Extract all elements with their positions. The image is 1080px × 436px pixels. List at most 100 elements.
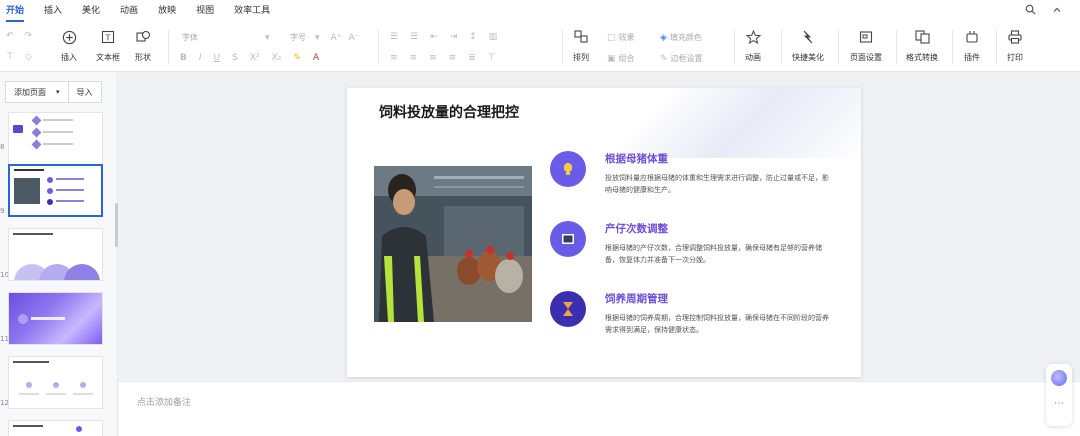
slide-thumbnail[interactable]: [8, 356, 103, 409]
slide-thumbnail[interactable]: [8, 420, 103, 436]
shape-button[interactable]: 形状: [134, 28, 152, 63]
underline-icon[interactable]: U: [214, 53, 221, 63]
slide-canvas: 饲料投放量的合理把控 根据母猪体重 投放饲料量应根据母猪的体重和生理需求进行调整…: [119, 73, 1080, 380]
slide-thumbnail-panel: 添加页面 ▾ 导入 8 9 10 11 12: [0, 73, 118, 436]
slide-thumbnail-selected[interactable]: [8, 164, 103, 217]
plus-circle-icon: [60, 28, 78, 46]
point-text[interactable]: 根据母猪的饲养周期，合理控制饲料投放量，确保母猪在不同阶段的营养需求得到满足，保…: [605, 312, 830, 336]
tab-view[interactable]: 视图: [196, 0, 214, 22]
align-center-icon[interactable]: ≡: [410, 53, 418, 63]
indent-increase-icon[interactable]: ⇥: [450, 32, 458, 42]
slide-title[interactable]: 饲料投放量的合理把控: [379, 102, 519, 122]
superscript-icon[interactable]: X²: [250, 53, 260, 63]
undo-icon[interactable]: ↶: [6, 31, 14, 41]
slide-thumbnail[interactable]: [8, 228, 103, 281]
strikethrough-icon[interactable]: S: [232, 53, 238, 63]
add-page-button[interactable]: 添加页面 ▾: [5, 81, 69, 103]
format-convert-button[interactable]: 格式转换: [906, 28, 938, 63]
notes-placeholder[interactable]: 点击添加备注: [137, 395, 191, 408]
distribute-icon[interactable]: ≣: [468, 53, 476, 63]
menubar-right-tools: [1025, 0, 1062, 22]
point-text[interactable]: 根据母猪的产仔次数，合理调整饲料投放量，确保母猪有足够的营养储备，恢复体力并准备…: [605, 242, 830, 266]
tab-beautify[interactable]: 美化: [82, 0, 100, 22]
tab-slideshow[interactable]: 放映: [158, 0, 176, 22]
page-setup-button[interactable]: 页面设置: [850, 28, 882, 63]
columns-icon[interactable]: ▥: [489, 32, 498, 42]
align-right-icon[interactable]: ≡: [429, 53, 437, 63]
printer-icon: [1006, 28, 1024, 46]
decrease-font-icon[interactable]: A⁻: [348, 33, 359, 43]
numbered-list-icon[interactable]: ☰: [410, 32, 418, 42]
slide-thumbnail[interactable]: [8, 112, 103, 165]
arrange-button[interactable]: 排列: [572, 28, 590, 63]
font-family-select[interactable]: 字体 ▾: [182, 32, 270, 43]
fill-color-button[interactable]: ◈ 填充颜色: [660, 32, 702, 43]
notes-panel[interactable]: 点击添加备注: [119, 381, 1080, 436]
subscript-icon[interactable]: X₂: [272, 53, 282, 63]
bullet-list-icon[interactable]: ☰: [390, 32, 398, 42]
point-title[interactable]: 饲养周期管理: [605, 291, 668, 306]
text-direction-icon[interactable]: ⊤: [488, 53, 496, 63]
indent-decrease-icon[interactable]: ⇤: [430, 32, 438, 42]
panel-scrollbar[interactable]: [115, 203, 118, 247]
bulb-icon: [550, 151, 586, 187]
font-color-icon[interactable]: A: [313, 53, 319, 63]
highlight-icon[interactable]: ✎: [293, 53, 301, 63]
more-icon[interactable]: ⋯: [1046, 398, 1072, 409]
textbox-button[interactable]: T 文本框: [96, 28, 120, 63]
search-icon[interactable]: [1025, 4, 1036, 18]
panel-actions: 添加页面 ▾ 导入: [5, 81, 102, 103]
group-button[interactable]: ▣ 组合: [607, 53, 635, 64]
plugin-button[interactable]: 插件: [963, 28, 981, 63]
italic-icon[interactable]: I: [199, 53, 202, 63]
separator: [996, 30, 997, 64]
separator: [838, 30, 839, 64]
chevron-down-icon: ▾: [56, 88, 60, 96]
chevron-up-icon[interactable]: [1052, 5, 1062, 18]
floating-assistant: ⋯: [1046, 364, 1072, 426]
separator: [896, 30, 897, 64]
slide-thumbnail[interactable]: [8, 292, 103, 345]
increase-font-icon[interactable]: A⁺: [331, 33, 342, 43]
effect-button[interactable]: ▢ 效果: [607, 32, 635, 43]
tab-home[interactable]: 开始: [6, 0, 25, 22]
bold-icon[interactable]: B: [180, 53, 187, 63]
format-tools-group: ⊤ ◇: [6, 52, 32, 62]
separator: [562, 30, 563, 64]
line-spacing-icon[interactable]: ↕: [469, 32, 477, 42]
font-size-select[interactable]: 字号 ▾ A⁺ A⁻: [290, 32, 359, 43]
decorative-wave: [561, 88, 861, 158]
point-title[interactable]: 产仔次数调整: [605, 221, 668, 236]
chevron-down-icon: ▾: [315, 32, 320, 43]
point-text[interactable]: 投放饲料量应根据母猪的体重和生理需求进行调整，防止过量或不足，影响母猪的健康和生…: [605, 172, 830, 196]
tab-animation[interactable]: 动画: [120, 0, 138, 22]
current-slide[interactable]: 饲料投放量的合理把控 根据母猪体重 投放饲料量应根据母猪的体重和生理需求进行调整…: [347, 88, 861, 377]
tab-insert[interactable]: 插入: [44, 0, 62, 22]
chevron-down-icon: ▾: [265, 32, 270, 43]
worker-chicken-photo[interactable]: [374, 166, 532, 322]
eraser-icon[interactable]: ◇: [25, 52, 32, 62]
menu-bar: 开始 插入 美化 动画 放映 视图 效率工具: [0, 0, 1080, 22]
justify-icon[interactable]: ≡: [449, 53, 457, 63]
import-button[interactable]: 导入: [68, 81, 102, 103]
fill-bucket-icon: ◈: [660, 32, 667, 43]
arrange-icon: [572, 28, 590, 46]
print-button[interactable]: 打印: [1006, 28, 1024, 63]
format-painter-icon[interactable]: ⊤: [6, 52, 14, 62]
align-left-icon[interactable]: ≡: [390, 53, 398, 63]
quick-beautify-button[interactable]: 快捷美化: [792, 28, 824, 63]
border-button[interactable]: ✎ 边框设置: [660, 53, 703, 64]
insert-button[interactable]: 插入: [60, 28, 78, 63]
tab-efficiency-tools[interactable]: 效率工具: [234, 0, 270, 22]
align-group: ≡ ≡ ≡ ≡ ≣ ⊤: [390, 53, 496, 63]
point-title[interactable]: 根据母猪体重: [605, 151, 668, 166]
shape-icon: [134, 28, 152, 46]
redo-icon[interactable]: ↷: [25, 31, 33, 41]
book-icon: [550, 221, 586, 257]
list-group: ☰ ☰ ⇤ ⇥ ↕ ▥: [390, 32, 497, 42]
star-icon: [744, 28, 762, 46]
ai-assistant-icon[interactable]: [1051, 370, 1067, 386]
effect-icon: ▢: [607, 32, 616, 43]
border-icon: ✎: [660, 53, 668, 64]
animation-button[interactable]: 动画: [744, 28, 762, 63]
